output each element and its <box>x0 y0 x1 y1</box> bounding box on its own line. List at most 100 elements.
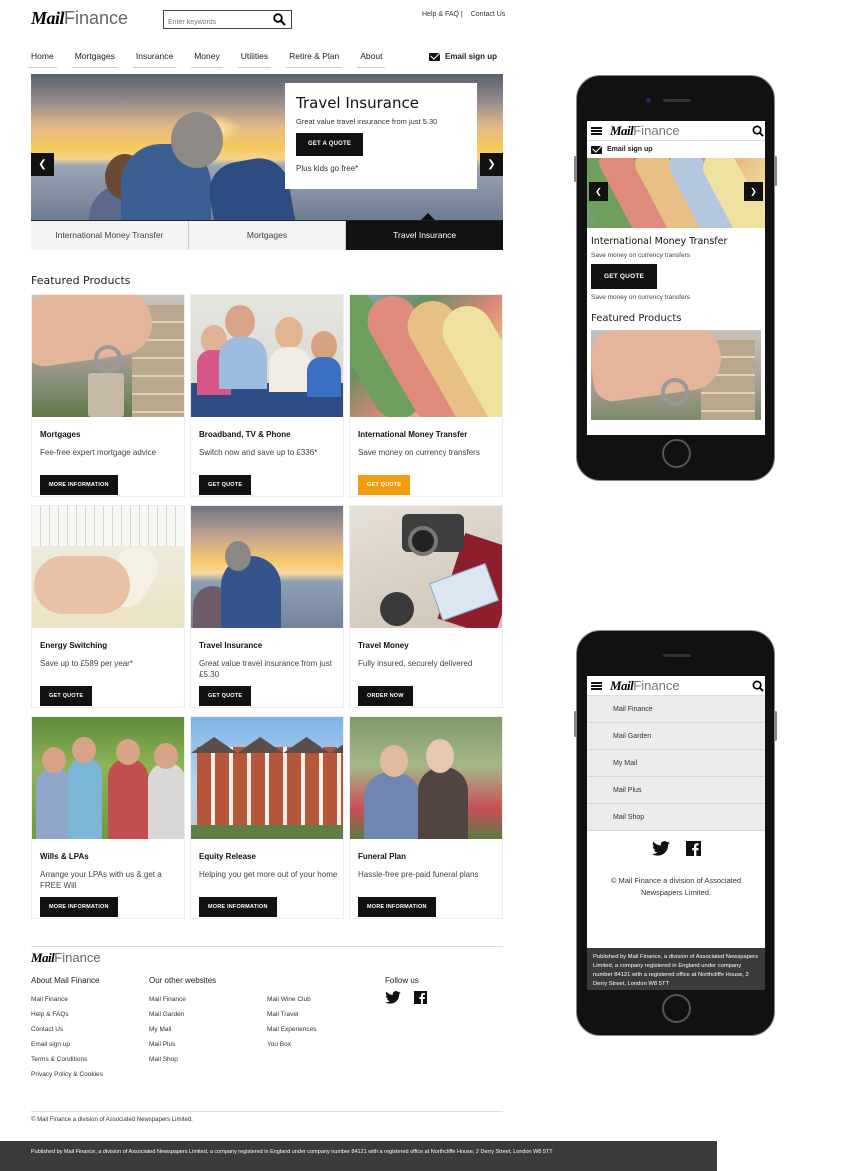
wills-more-info-button[interactable]: MORE INFORMATION <box>40 897 118 917</box>
money-transfer-get-quote-button[interactable]: GET QUOTE <box>358 475 411 495</box>
funeral-plan-image <box>350 717 502 839</box>
mobile-menu-item-mail-finance[interactable]: Mail Finance <box>587 696 765 723</box>
funeral-plan-more-info-button[interactable]: MORE INFORMATION <box>358 897 436 917</box>
featured-products-heading: Featured Products <box>31 274 131 287</box>
hero-next-arrow-icon[interactable]: ❯ <box>480 153 503 176</box>
mobile-legal-bar: Published by Mail Finance, a division of… <box>587 948 765 990</box>
footer-logo[interactable]: MailFinance <box>31 950 101 966</box>
mobile-logo-bold: Mail <box>610 677 634 693</box>
mobile-social-icons <box>587 841 765 861</box>
equity-release-more-info-button[interactable]: MORE INFORMATION <box>199 897 277 917</box>
mobile-mockup-home: MailFinance Email sign up ❮ ❯ Internatio… <box>574 75 777 481</box>
footer-link[interactable]: Contact Us <box>31 1026 63 1033</box>
hero-get-quote-button[interactable]: GET A QUOTE <box>296 133 363 156</box>
mobile-screen: MailFinance Email sign up ❮ ❯ Internatio… <box>587 121 765 435</box>
product-card-money-transfer: International Money Transfer Save money … <box>349 294 503 497</box>
product-title: Wills & LPAs <box>40 852 89 861</box>
product-desc: Fully insured, securely delivered <box>358 659 473 668</box>
footer-divider-2 <box>31 1111 503 1112</box>
footer-logo-bold: Mail <box>31 950 55 965</box>
hero-adult-head <box>171 112 223 168</box>
mobile-email-signup-link[interactable]: Email sign up <box>587 141 765 158</box>
mobile-search-icon[interactable] <box>752 124 764 142</box>
energy-get-quote-button[interactable]: GET QUOTE <box>40 686 93 706</box>
nav-about[interactable]: About <box>357 51 386 68</box>
product-card-equity-release: Equity Release Helping you get more out … <box>190 716 344 919</box>
twitter-icon[interactable] <box>651 841 670 861</box>
nav-insurance[interactable]: Insurance <box>132 51 177 68</box>
product-desc: Switch now and save up to £336* <box>199 448 318 457</box>
footer-link[interactable]: Help & FAQs <box>31 1011 69 1018</box>
tab-travel-insurance[interactable]: Travel Insurance <box>346 221 504 250</box>
energy-image <box>32 506 184 628</box>
product-title: Travel Money <box>358 641 409 650</box>
wills-image <box>32 717 184 839</box>
footer-link[interactable]: Email sign up <box>31 1041 70 1048</box>
search-icon[interactable] <box>273 13 286 31</box>
mobile-get-quote-button[interactable]: GET QUOTE <box>591 264 657 289</box>
phone-speaker <box>663 99 691 102</box>
mobile-featured-card-image <box>591 330 761 420</box>
mobile-hero-image: ❮ ❯ <box>587 158 765 228</box>
product-title: Travel Insurance <box>199 641 263 650</box>
tab-mortgages[interactable]: Mortgages <box>188 221 347 250</box>
footer-link[interactable]: Mail Finance <box>149 996 186 1003</box>
email-signup-label: Email sign up <box>445 52 498 61</box>
footer-link[interactable]: Mail Travel <box>267 1011 298 1018</box>
mobile-next-arrow-icon[interactable]: ❯ <box>744 182 763 201</box>
footer-link[interactable]: Mail Wine Club <box>267 996 311 1003</box>
mortgages-image <box>32 295 184 417</box>
mobile-hero-title: International Money Transfer <box>591 236 728 247</box>
nav-mortgages[interactable]: Mortgages <box>71 51 119 68</box>
mobile-search-icon[interactable] <box>752 679 764 697</box>
footer-link[interactable]: Mail Plus <box>149 1041 175 1048</box>
mail-finance-logo[interactable]: MailFinance <box>31 8 128 29</box>
hamburger-menu-icon[interactable] <box>591 126 602 135</box>
contact-us-link[interactable]: Contact Us <box>471 11 506 18</box>
hamburger-menu-icon[interactable] <box>591 681 602 690</box>
mobile-menu-item-mail-plus[interactable]: Mail Plus <box>587 777 765 804</box>
footer-link[interactable]: Terms & Conditions <box>31 1056 87 1063</box>
broadband-get-quote-button[interactable]: GET QUOTE <box>199 475 252 495</box>
product-card-energy: Energy Switching Save up to £589 per yea… <box>31 505 185 708</box>
tab-international-money-transfer[interactable]: International Money Transfer <box>31 221 189 250</box>
nav-money[interactable]: Money <box>191 51 223 68</box>
mobile-menu-screen: MailFinance Mail Finance Mail Garden My … <box>587 676 765 990</box>
mobile-menu-item-mail-shop[interactable]: Mail Shop <box>587 804 765 831</box>
product-desc: Arrange your LPAs with us & get a FREE W… <box>40 870 162 890</box>
product-title: Broadband, TV & Phone <box>199 430 291 439</box>
money-transfer-image <box>350 295 502 417</box>
facebook-icon[interactable] <box>685 841 701 861</box>
product-card-travel-insurance: Travel Insurance Great value travel insu… <box>190 505 344 708</box>
footer-link[interactable]: My Mail <box>149 1026 171 1033</box>
footer-link[interactable]: Mail Garden <box>149 1011 184 1018</box>
footer-link[interactable]: You Box <box>267 1041 291 1048</box>
footer-link[interactable]: Privacy Policy & Cookies <box>31 1071 103 1078</box>
legal-bar: Published by Mail Finance, a division of… <box>0 1141 717 1171</box>
travel-insurance-image <box>191 506 343 628</box>
mobile-hero-subtitle: Save money on currency transfers <box>591 252 690 259</box>
travel-insurance-get-quote-button[interactable]: GET QUOTE <box>199 686 252 706</box>
mobile-menu-item-mail-garden[interactable]: Mail Garden <box>587 723 765 750</box>
mobile-header: MailFinance <box>587 121 765 141</box>
mobile-logo-bold: Mail <box>610 122 634 138</box>
mobile-logo[interactable]: MailFinance <box>610 123 680 139</box>
mortgages-more-info-button[interactable]: MORE INFORMATION <box>40 475 118 495</box>
mobile-prev-arrow-icon[interactable]: ❮ <box>589 182 608 201</box>
footer-link[interactable]: Mail Experiences <box>267 1026 317 1033</box>
nav-home[interactable]: Home <box>28 51 57 68</box>
twitter-icon[interactable] <box>385 991 401 1009</box>
footer-link[interactable]: Mail Shop <box>149 1056 178 1063</box>
mobile-menu-item-my-mail[interactable]: My Mail <box>587 750 765 777</box>
search-input[interactable] <box>164 14 264 31</box>
help-faq-link[interactable]: Help & FAQ | <box>422 11 463 18</box>
mobile-logo[interactable]: MailFinance <box>610 678 680 694</box>
phone-camera-icon <box>646 98 651 103</box>
email-signup-link[interactable]: Email sign up <box>429 52 497 61</box>
nav-utilities[interactable]: Utilities <box>237 51 272 68</box>
hero-prev-arrow-icon[interactable]: ❮ <box>31 153 54 176</box>
travel-money-order-now-button[interactable]: ORDER NOW <box>358 686 413 706</box>
facebook-icon[interactable] <box>414 991 427 1009</box>
nav-retire-plan[interactable]: Retire & Plan <box>286 51 343 68</box>
footer-link[interactable]: Mail Finance <box>31 996 68 1003</box>
